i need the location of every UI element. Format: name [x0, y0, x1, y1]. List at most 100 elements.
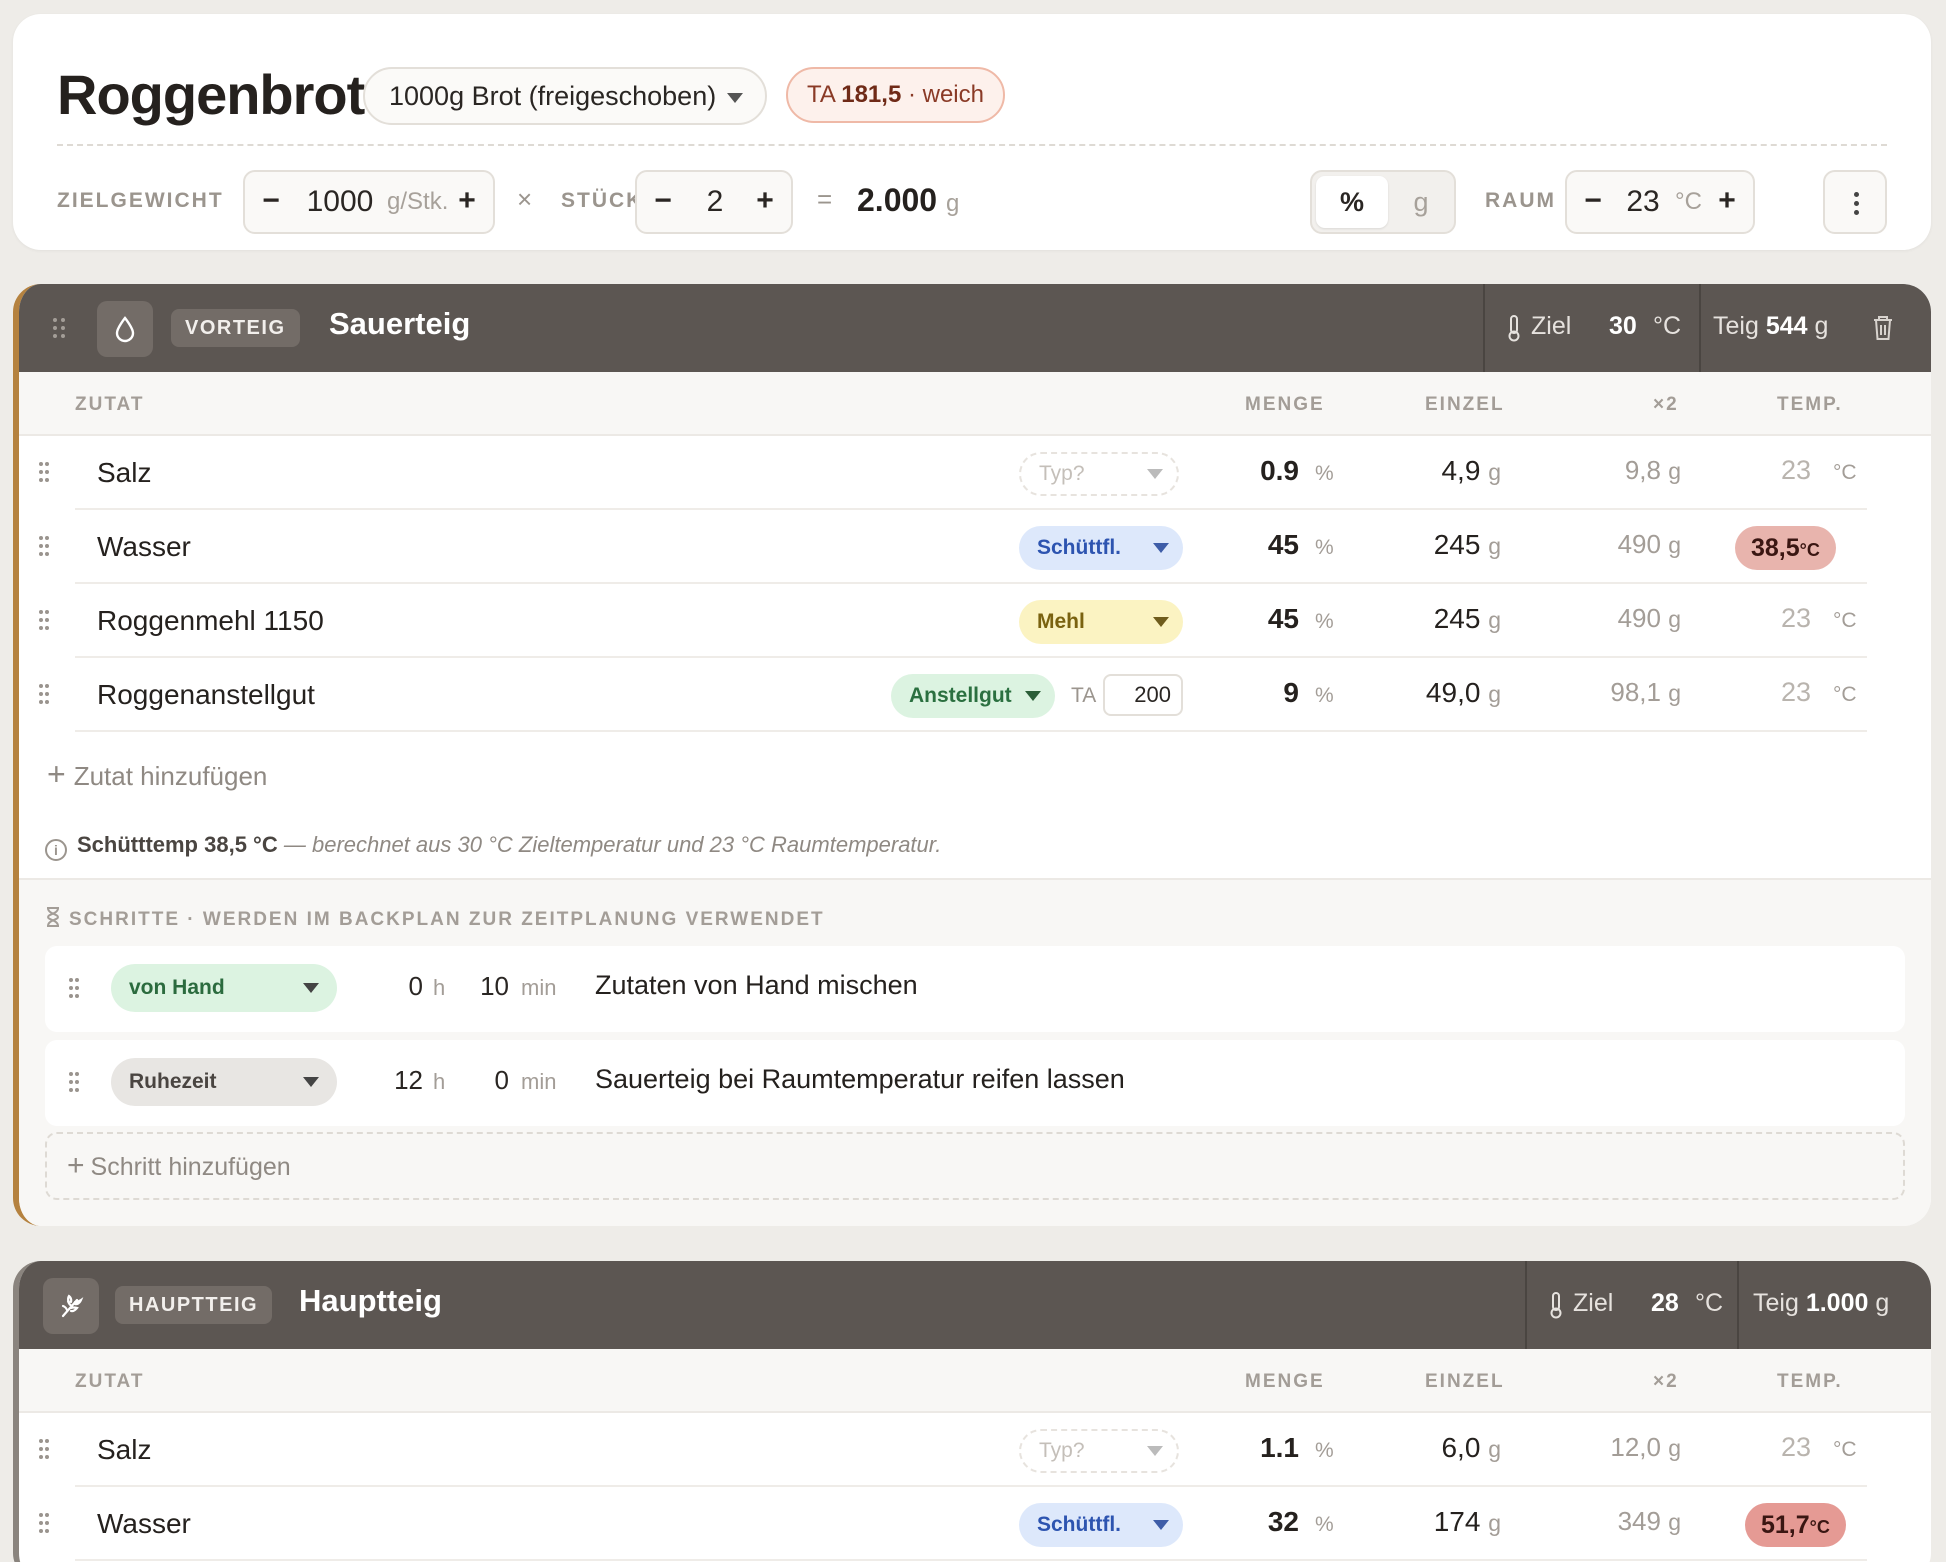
trash-icon[interactable] [1871, 314, 1895, 342]
ingredient-name[interactable]: Wasser [97, 531, 191, 563]
x2-value: 98,1 g [1541, 677, 1681, 708]
section-type-badge: HAUPTTEIG [115, 1286, 273, 1324]
drag-handle-icon[interactable] [39, 536, 53, 558]
einzel-value: 4,9 g [1361, 455, 1501, 487]
kebab-icon [1854, 192, 1859, 197]
drag-handle-icon[interactable] [39, 1439, 53, 1461]
drag-handle-icon[interactable] [53, 318, 67, 340]
drag-handle-icon[interactable] [39, 684, 53, 706]
type-label: Schüttfl. [1037, 536, 1121, 559]
ingredient-row: Salz Typ? 0.9 % 4,9 g 9,8 g 23 °C [19, 436, 1931, 510]
menge-input[interactable]: 32 [1209, 1506, 1299, 1538]
x2-number: 9,8 [1624, 455, 1661, 485]
ingredient-name[interactable]: Roggenanstellgut [97, 679, 315, 711]
toggle-gram[interactable]: g [1390, 176, 1452, 228]
menge-input[interactable]: 45 [1209, 603, 1299, 635]
step-minutes-input[interactable]: 10 [469, 971, 509, 1002]
menge-unit: % [1315, 1439, 1334, 1462]
zielgewicht-minus-button[interactable]: − [245, 172, 297, 232]
hours-unit: h [433, 1069, 446, 1094]
drag-handle-icon[interactable] [39, 462, 53, 484]
raum-plus-button[interactable]: + [1701, 172, 1753, 232]
ziel-value[interactable]: 28 [1651, 1289, 1679, 1318]
zielgewicht-input[interactable]: 1000 [299, 172, 381, 232]
x2-value: 490 g [1541, 603, 1681, 634]
wheat-icon[interactable] [43, 1278, 99, 1334]
temp-value[interactable]: 23 [1781, 603, 1811, 634]
step-description[interactable]: Zutaten von Hand mischen [595, 970, 918, 1001]
raum-input[interactable]: 23 [1617, 172, 1669, 232]
ziel-temp: Ziel 28 °C [1525, 1261, 1739, 1349]
stueck-plus-button[interactable]: + [739, 172, 791, 232]
step-description[interactable]: Sauerteig bei Raumtemperatur reifen lass… [595, 1064, 1125, 1095]
stueck-minus-button[interactable]: − [637, 172, 689, 232]
toggle-percent[interactable]: % [1316, 176, 1388, 228]
ingredient-name[interactable]: Salz [97, 1434, 151, 1466]
total-weight: 2.000 g [857, 182, 959, 219]
ziel-value[interactable]: 30 [1609, 312, 1637, 341]
menge-input[interactable]: 1.1 [1209, 1432, 1299, 1464]
type-label: Anstellgut [909, 684, 1012, 707]
step-hours-input[interactable]: 12 [383, 1065, 423, 1096]
temp-value[interactable]: 23 [1781, 677, 1811, 708]
ingredient-type-select[interactable]: Typ? [1019, 452, 1179, 496]
step-row: von Hand 0 h 10 min Zutaten von Hand mis… [45, 946, 1905, 1032]
drag-handle-icon[interactable] [69, 978, 83, 1000]
section-hauptteig: HAUPTTEIG Hauptteig Ziel 28 °C Teig 1.00… [13, 1261, 1931, 1562]
temp-value[interactable]: 23 [1781, 1432, 1811, 1463]
section-header: HAUPTTEIG Hauptteig Ziel 28 °C Teig 1.00… [19, 1261, 1931, 1349]
add-ingredient-button[interactable]: + Zutat hinzufügen [47, 756, 267, 793]
menge-input[interactable]: 0.9 [1209, 455, 1299, 487]
menge-input[interactable]: 45 [1209, 529, 1299, 561]
step-hours-input[interactable]: 0 [383, 971, 423, 1002]
type-label: Schüttfl. [1037, 1513, 1121, 1536]
zielgewicht-plus-button[interactable]: + [441, 172, 493, 232]
x2-unit: g [1668, 1435, 1681, 1461]
x2-value: 490 g [1541, 529, 1681, 560]
ingredient-type-select[interactable]: Typ? [1019, 1429, 1179, 1473]
ziel-label: Ziel [1573, 1289, 1614, 1317]
preset-dropdown[interactable]: 1000g Brot (freigeschoben) [363, 67, 767, 125]
section-title[interactable]: Sauerteig [329, 306, 470, 342]
drag-handle-icon[interactable] [39, 1513, 53, 1535]
ingredient-type-select[interactable]: Mehl [1019, 600, 1183, 644]
more-options-button[interactable] [1823, 170, 1887, 234]
teig-label: Teig [1713, 312, 1759, 340]
ingredient-type-select[interactable]: Anstellgut [891, 674, 1055, 718]
ingredient-name[interactable]: Salz [97, 457, 151, 489]
add-step-button[interactable]: + Schritt hinzufügen [45, 1132, 1905, 1200]
x2-value: 349 g [1541, 1506, 1681, 1537]
drag-handle-icon[interactable] [39, 610, 53, 632]
step-type-select[interactable]: von Hand [111, 964, 337, 1012]
ingredient-row: Wasser Schüttfl. 45 % 245 g 490 g 38,5°C [19, 510, 1931, 584]
starter-ta-input[interactable]: 200 [1103, 674, 1183, 716]
temp-value[interactable]: 23 [1781, 455, 1811, 486]
chevron-down-icon [1025, 691, 1041, 701]
preset-label: 1000g Brot (freigeschoben) [389, 81, 717, 111]
hourglass-icon [46, 907, 60, 927]
step-minutes-input[interactable]: 0 [469, 1065, 509, 1096]
ingredient-name[interactable]: Roggenmehl 1150 [97, 605, 324, 637]
schuetttemp-note: i Schütttemp 38,5 °C — berechnet aus 30 °… [45, 832, 941, 861]
ingredient-name[interactable]: Wasser [97, 1508, 191, 1540]
drag-handle-icon[interactable] [69, 1072, 83, 1094]
add-step-label: Schritt hinzufügen [90, 1153, 291, 1181]
chevron-down-icon [303, 983, 319, 993]
col-einzel: EINZEL [1425, 394, 1505, 415]
section-title[interactable]: Hauptteig [299, 1283, 442, 1319]
einzel-value: 174 g [1361, 1506, 1501, 1538]
menge-input[interactable]: 9 [1209, 677, 1299, 709]
thermometer-icon [1550, 1292, 1562, 1319]
step-type-select[interactable]: Ruhezeit [111, 1058, 337, 1106]
ingredient-row: Roggenanstellgut Anstellgut TA 200 9 % 4… [19, 658, 1931, 732]
ingredient-type-select[interactable]: Schüttfl. [1019, 1503, 1183, 1547]
ingredient-type-select[interactable]: Schüttfl. [1019, 526, 1183, 570]
einzel-value: 6,0 g [1361, 1432, 1501, 1464]
droplet-icon[interactable] [97, 301, 153, 357]
raum-minus-button[interactable]: − [1567, 172, 1619, 232]
col-menge: MENGE [1245, 1371, 1325, 1392]
stueck-input[interactable]: 2 [689, 172, 741, 232]
total-weight-value: 2.000 [857, 182, 938, 218]
temp-value: 38,5 [1751, 534, 1800, 562]
einzel-number: 245 [1433, 603, 1481, 634]
